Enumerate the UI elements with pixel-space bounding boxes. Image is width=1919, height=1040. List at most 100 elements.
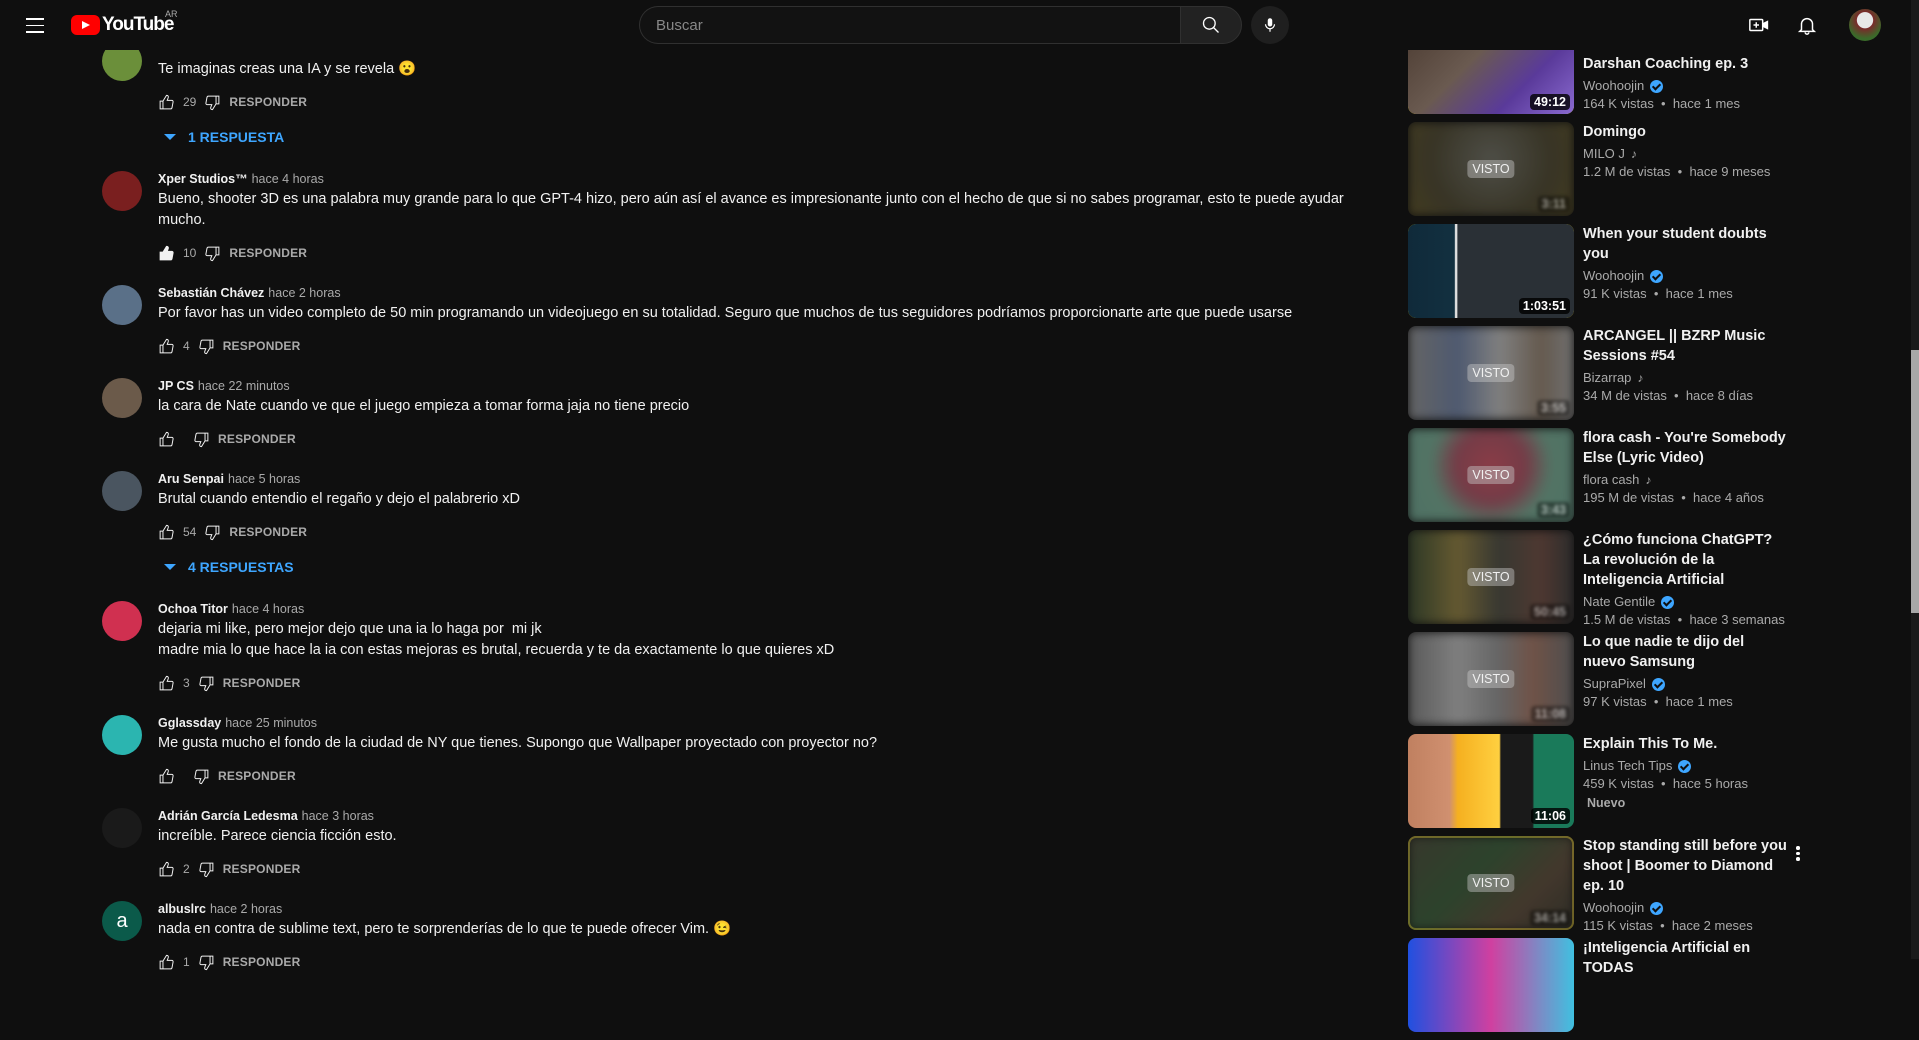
like-button[interactable] [158,675,175,692]
commenter-avatar[interactable]: a [102,901,142,941]
related-video-item[interactable]: VISTO 3:43 flora cash - You're Somebody El… [1408,428,1808,522]
comment-timestamp[interactable]: hace 22 minutos [198,379,290,393]
comment-timestamp[interactable]: hace 5 horas [228,472,300,486]
video-thumbnail[interactable]: VISTO 3:55 [1408,326,1574,420]
dislike-button[interactable] [204,524,221,541]
commenter-avatar[interactable] [102,378,142,418]
comment-timestamp[interactable]: hace 2 horas [210,902,282,916]
comment-author[interactable]: Adrián García Ledesma [158,809,298,823]
comment-author[interactable]: albuslrc [158,902,206,916]
channel-name[interactable]: Woohoojin [1583,899,1644,917]
reply-button[interactable]: RESPONDER [223,955,301,969]
channel-name[interactable]: Linus Tech Tips [1583,757,1672,775]
related-video-item[interactable]: VISTO 50:45 ¿Cómo funciona ChatGPT? La rev… [1408,530,1808,627]
like-button[interactable] [158,94,175,111]
reply-button[interactable]: RESPONDER [218,769,296,783]
voice-search-button[interactable] [1251,6,1289,44]
commenter-avatar[interactable] [102,471,142,511]
video-title[interactable]: flora cash - You're Somebody Else (Lyric… [1583,428,1789,468]
comment-timestamp[interactable]: hace 4 horas [232,602,304,616]
reply-button[interactable]: RESPONDER [229,95,307,109]
commenter-avatar[interactable] [102,171,142,211]
like-button[interactable] [158,861,175,878]
comment-timestamp[interactable]: hace 2 horas [268,286,340,300]
channel-name[interactable]: Bizarrap [1583,369,1631,387]
related-video-item[interactable]: VISTO 11:08 Lo que nadie te dijo del nuevo… [1408,632,1808,726]
like-button[interactable] [158,954,175,971]
channel-name[interactable]: flora cash [1583,471,1639,489]
comment-timestamp[interactable]: hace 4 horas [252,172,324,186]
search-button[interactable] [1180,6,1242,44]
comment-author[interactable]: Sebastián Chávez [158,286,264,300]
comment-author[interactable]: JP CS [158,379,194,393]
video-title[interactable]: Stop standing still before you shoot | B… [1583,836,1789,896]
channel-name[interactable]: Woohoojin [1583,77,1644,95]
more-options-icon[interactable] [1796,844,1802,863]
reply-button[interactable]: RESPONDER [229,246,307,260]
related-video-item[interactable]: VISTO 3:11 Domingo MILO J ♪ 1.2 M de vistas •… [1408,122,1808,216]
like-button[interactable] [158,524,175,541]
video-title[interactable]: ¡Inteligencia Artificial en TODAS [1583,938,1789,978]
video-title[interactable]: ARCANGEL || BZRP Music Sessions #54 [1583,326,1789,366]
video-thumbnail[interactable]: VISTO 11:08 [1408,632,1574,726]
dislike-button[interactable] [198,338,215,355]
channel-name[interactable]: Woohoojin [1583,267,1644,285]
notifications-button[interactable] [1793,11,1821,39]
page-scrollbar[interactable] [1911,0,1919,959]
comment-timestamp[interactable]: hace 25 minutos [225,716,317,730]
like-button[interactable] [158,431,175,448]
video-thumbnail[interactable]: 1:03:51 [1408,224,1574,318]
commenter-avatar[interactable] [102,808,142,848]
related-video-item[interactable]: VISTO 34:14 Stop standing still before you… [1408,836,1808,933]
video-title[interactable]: Lo que nadie te dijo del nuevo Samsung [1583,632,1789,672]
video-thumbnail[interactable]: 11:06 [1408,734,1574,828]
commenter-avatar[interactable] [102,285,142,325]
related-video-item[interactable]: VISTO 3:55 ARCANGEL || BZRP Music Sessions… [1408,326,1808,420]
related-video-item[interactable]: 1:03:51 When your student doubts you Wooho… [1408,224,1808,318]
dislike-button[interactable] [193,431,210,448]
video-thumbnail[interactable]: VISTO 3:43 [1408,428,1574,522]
comment-author[interactable]: Aru Senpai [158,472,224,486]
dislike-button[interactable] [193,768,210,785]
like-button[interactable] [158,245,175,262]
reply-button[interactable]: RESPONDER [223,339,301,353]
view-replies-button[interactable]: 1 RESPUESTA [158,117,1352,157]
channel-name[interactable]: SupraPixel [1583,675,1646,693]
like-button[interactable] [158,338,175,355]
search-input[interactable] [639,6,1180,44]
dislike-button[interactable] [198,675,215,692]
video-title[interactable]: Domingo [1583,122,1789,142]
video-title[interactable]: Explain This To Me. [1583,734,1789,754]
video-title[interactable]: When your student doubts you [1583,224,1789,264]
reply-button[interactable]: RESPONDER [229,525,307,539]
dislike-button[interactable] [198,954,215,971]
youtube-logo[interactable]: YouTube AR [71,9,178,36]
dislike-button[interactable] [198,861,215,878]
comment-author[interactable]: Xper Studios™ [158,172,248,186]
comment-author[interactable]: Ochoa Titor [158,602,228,616]
reply-button[interactable]: RESPONDER [218,432,296,446]
menu-icon[interactable] [22,13,48,37]
video-title[interactable]: ¿Cómo funciona ChatGPT? La revolución de… [1583,530,1789,590]
account-avatar[interactable] [1849,9,1881,41]
dislike-button[interactable] [204,94,221,111]
commenter-avatar[interactable] [102,715,142,755]
related-video-item[interactable]: ¡Inteligencia Artificial en TODAS [1408,938,1808,1032]
channel-name[interactable]: MILO J [1583,145,1625,163]
video-thumbnail[interactable]: VISTO 3:11 [1408,122,1574,216]
related-video-item[interactable]: 11:06 Explain This To Me. Linus Tech Tips 4… [1408,734,1808,828]
reply-button[interactable]: RESPONDER [223,676,301,690]
scrollbar-thumb[interactable] [1911,350,1919,613]
create-video-button[interactable] [1745,11,1773,39]
like-button[interactable] [158,768,175,785]
dislike-button[interactable] [204,245,221,262]
view-replies-button[interactable]: 4 RESPUESTAS [158,547,1352,587]
channel-name[interactable]: Nate Gentile [1583,593,1655,611]
video-thumbnail[interactable]: VISTO 34:14 [1408,836,1574,930]
reply-button[interactable]: RESPONDER [223,862,301,876]
comment-timestamp[interactable]: hace 3 horas [302,809,374,823]
comment-author[interactable]: Gglassday [158,716,221,730]
commenter-avatar[interactable] [102,601,142,641]
video-thumbnail[interactable]: VISTO 50:45 [1408,530,1574,624]
video-thumbnail[interactable] [1408,938,1574,1032]
